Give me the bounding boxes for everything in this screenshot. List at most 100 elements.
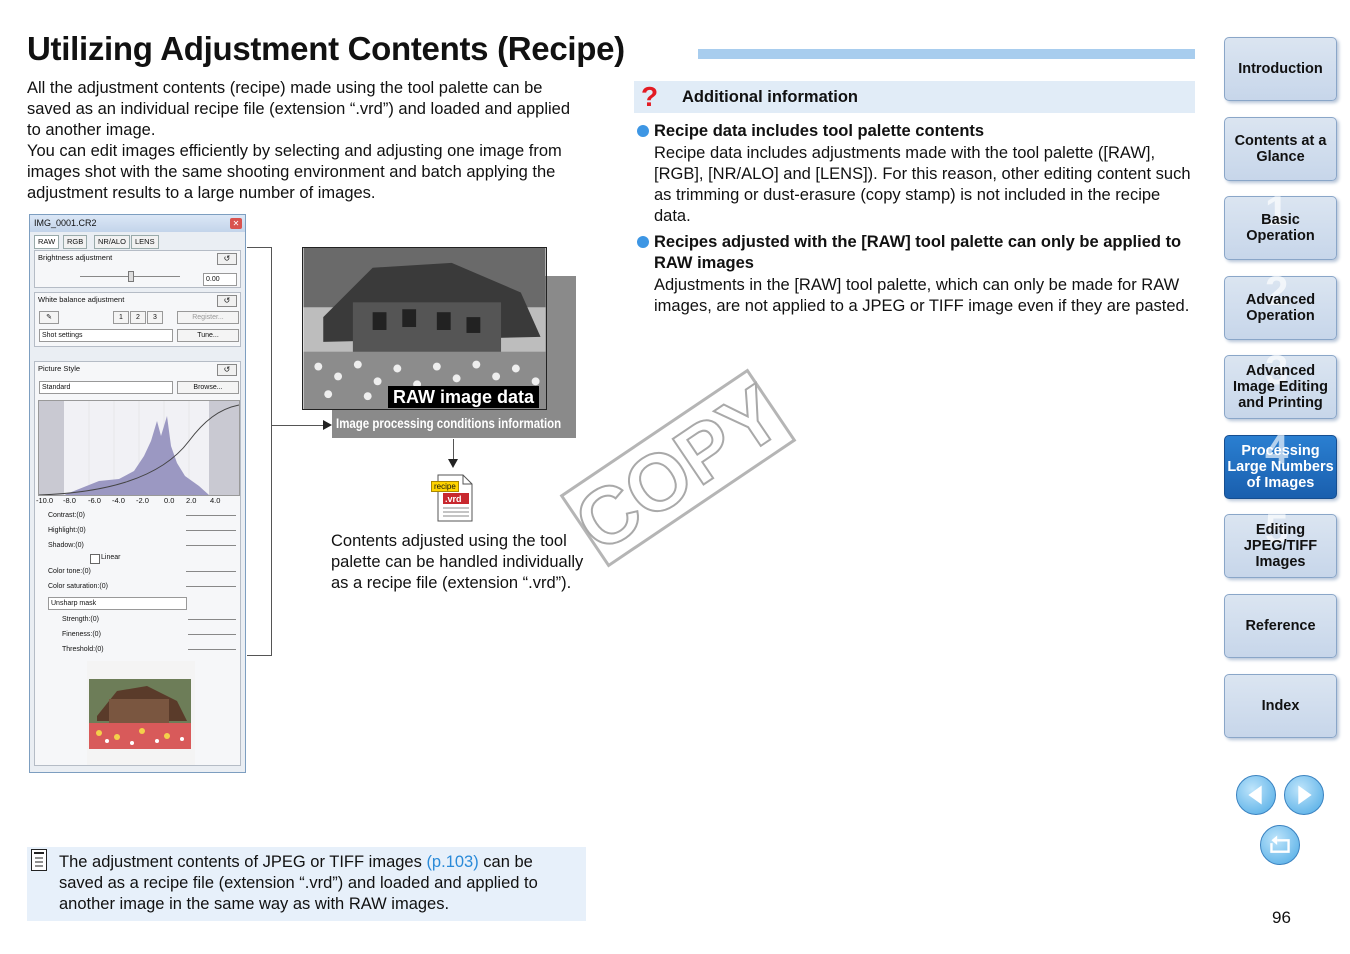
brightness-section: Brightness adjustment ↺ 0.00 xyxy=(34,250,241,288)
nav-reference[interactable]: Reference xyxy=(1224,594,1337,658)
note-text-before: The adjustment contents of JPEG or TIFF … xyxy=(59,853,427,871)
tool-palette-screenshot: IMG_0001.CR2 ✕ RAW RGB NR/ALO LENS Brigh… xyxy=(29,214,246,773)
connector-line xyxy=(247,247,271,248)
copy-watermark: COPY xyxy=(548,367,808,570)
nav-index[interactable]: Index xyxy=(1224,674,1337,738)
reset-icon: ↺ xyxy=(217,295,237,307)
nav-editing-jpeg-tiff[interactable]: 5 Editing JPEG/TIFF Images xyxy=(1224,508,1337,578)
title-accent-bar xyxy=(698,49,1195,59)
tab-raw: RAW xyxy=(34,235,60,249)
shadow-slider xyxy=(186,545,236,546)
wb-1: 1 xyxy=(113,311,129,324)
axis-label: -2.0 xyxy=(136,496,149,505)
close-icon: ✕ xyxy=(230,218,242,229)
nav-label: Reference xyxy=(1245,618,1316,634)
raw-image-label: RAW image data xyxy=(388,386,540,408)
tune-button: Tune... xyxy=(177,329,239,342)
eyedropper-icon: ✎ xyxy=(39,311,59,324)
nav-advanced-operation[interactable]: 2 Advanced Operation xyxy=(1224,270,1337,340)
question-mark-icon: ? xyxy=(641,81,659,112)
picture-style-select: Standard xyxy=(39,381,173,394)
slider-knob xyxy=(128,271,134,282)
threshold-slider xyxy=(188,649,236,650)
nav-label: Advanced Image Editing and Printing xyxy=(1232,363,1329,411)
bullet-icon xyxy=(637,125,649,137)
tab-rgb: RGB xyxy=(63,235,88,249)
recipe-tag: recipe xyxy=(431,481,459,492)
picture-style-label: Picture Style xyxy=(38,364,81,373)
tool-window-title: IMG_0001.CR2 xyxy=(30,215,245,232)
register-button: Register... xyxy=(177,311,239,324)
vrd-extension: .vrd xyxy=(445,494,462,504)
nav-basic-operation[interactable]: 1 Basic Operation xyxy=(1224,190,1337,260)
arrow-head-icon xyxy=(448,459,458,468)
unsharp-mask-select: Unsharp mask xyxy=(48,597,187,610)
color-tone-param: Color tone:(0) xyxy=(48,568,91,575)
contrast-slider xyxy=(186,515,236,516)
highlight-param: Highlight:(0) xyxy=(48,527,86,534)
intro-paragraph-2: You can edit images efficiently by selec… xyxy=(27,142,562,202)
axis-label: 0.0 xyxy=(164,496,175,505)
previous-page-icon[interactable] xyxy=(1236,775,1276,815)
white-balance-section: White balance adjustment ↺ ✎ 1 2 3 Regis… xyxy=(34,292,241,347)
nav-label: Advanced Operation xyxy=(1245,292,1316,324)
threshold-param: Threshold:(0) xyxy=(62,646,104,653)
return-icon[interactable] xyxy=(1260,825,1300,865)
strength-param: Strength:(0) xyxy=(62,616,99,623)
shadow-param: Shadow:(0) xyxy=(48,542,84,549)
shot-settings-select: Shot settings xyxy=(39,329,173,342)
connector-line xyxy=(247,655,271,656)
wb-2: 2 xyxy=(130,311,146,324)
info-item-1-title: Recipe data includes tool palette conten… xyxy=(654,122,985,140)
nav-label: Basic Operation xyxy=(1246,212,1315,244)
axis-label: -4.0 xyxy=(112,496,125,505)
intro-paragraph-1: All the adjustment contents (recipe) mad… xyxy=(27,79,571,139)
memo-icon xyxy=(31,849,47,871)
thumbnail-image xyxy=(87,661,195,765)
page-link[interactable]: (p.103) xyxy=(426,853,478,871)
fineness-slider xyxy=(188,634,236,635)
nav-advanced-image-editing[interactable]: 3 Advanced Image Editing and Printing xyxy=(1224,349,1337,419)
tab-nr-alo: NR/ALO xyxy=(94,235,130,249)
nav-introduction[interactable]: Introduction xyxy=(1224,37,1337,101)
page-title: Utilizing Adjustment Contents (Recipe) xyxy=(27,30,625,67)
page-number: 96 xyxy=(1272,908,1291,927)
processing-conditions-label: Image processing conditions information xyxy=(336,415,562,431)
wb-label: White balance adjustment xyxy=(38,295,125,304)
info-item-1-body: Recipe data includes adjustments made wi… xyxy=(654,144,1191,225)
histogram-icon xyxy=(38,400,240,496)
axis-label: -8.0 xyxy=(63,496,76,505)
nav-contents-at-a-glance[interactable]: Contents at a Glance xyxy=(1224,117,1337,181)
color-saturation-slider xyxy=(186,586,236,587)
axis-label: 2.0 xyxy=(186,496,197,505)
tab-lens: LENS xyxy=(131,235,159,249)
nav-label: Index xyxy=(1261,698,1300,714)
wb-3: 3 xyxy=(147,311,163,324)
nav-processing-large-numbers[interactable]: 4 Processing Large Numbers of Images xyxy=(1224,429,1337,499)
color-tone-slider xyxy=(186,571,236,572)
reset-icon: ↺ xyxy=(217,364,237,376)
fineness-param: Fineness:(0) xyxy=(62,631,101,638)
next-page-icon[interactable] xyxy=(1284,775,1324,815)
browse-button: Browse... xyxy=(177,381,239,394)
strength-slider xyxy=(188,619,236,620)
linear-label: Linear xyxy=(101,554,121,561)
brightness-value: 0.00 xyxy=(203,273,237,286)
contrast-param: Contrast:(0) xyxy=(48,512,85,519)
info-item-2-title: Recipes adjusted with the [RAW] tool pal… xyxy=(654,233,1182,272)
bullet-icon xyxy=(637,236,649,248)
brightness-label: Brightness adjustment xyxy=(38,253,113,262)
axis-label: -6.0 xyxy=(88,496,101,505)
reset-icon: ↺ xyxy=(217,253,237,265)
info-item-2-body: Adjustments in the [RAW] tool palette, w… xyxy=(654,276,1190,315)
axis-label: -10.0 xyxy=(36,496,54,505)
connector-arrow xyxy=(453,439,454,461)
nav-label: Processing Large Numbers of Images xyxy=(1227,443,1334,491)
color-saturation-param: Color saturation:(0) xyxy=(48,583,108,590)
highlight-slider xyxy=(186,530,236,531)
note-text: The adjustment contents of JPEG or TIFF … xyxy=(59,852,579,915)
nav-label: Contents at a Glance xyxy=(1234,133,1327,165)
nav-label: Editing JPEG/TIFF Images xyxy=(1243,522,1318,570)
nav-label: Introduction xyxy=(1238,61,1323,77)
linear-checkbox xyxy=(90,554,100,564)
